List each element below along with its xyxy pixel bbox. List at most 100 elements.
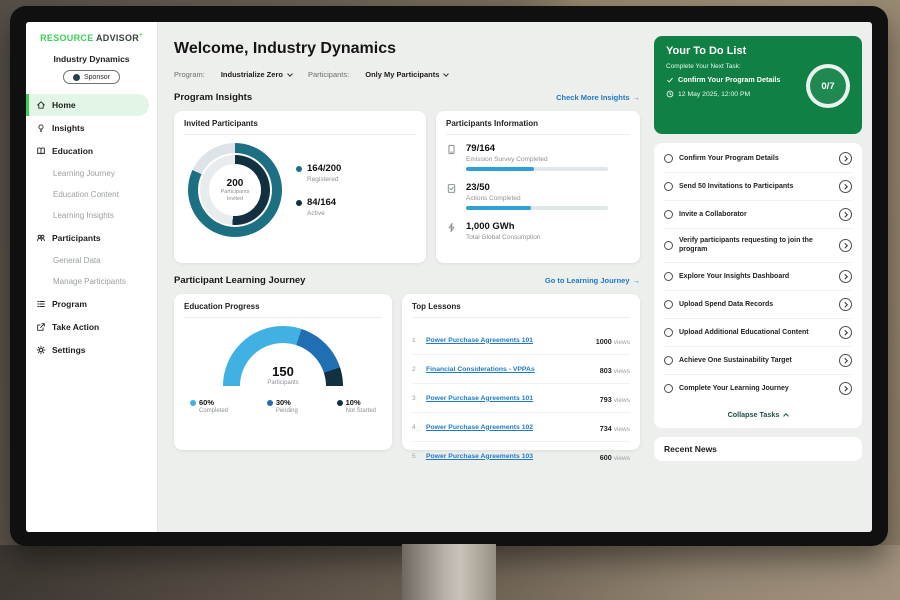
sidebar-item-insights[interactable]: Insights	[26, 117, 157, 139]
legend-dot	[190, 400, 196, 406]
sidebar-item-settings[interactable]: Settings	[26, 339, 157, 361]
task-row[interactable]: Invite a Collaborator	[664, 201, 852, 229]
collapse-tasks-button[interactable]: Collapse Tasks	[664, 402, 852, 426]
home-icon	[36, 100, 46, 110]
lesson-link[interactable]: Power Purchase Agreements 102	[426, 424, 594, 431]
participants-dropdown-value: Only My Participants	[365, 70, 439, 79]
legend-value: 60%	[199, 398, 214, 407]
lesson-link[interactable]: Financial Considerations - VPPAs	[426, 366, 594, 373]
task-chevron-icon[interactable]	[839, 298, 852, 311]
arrow-right-icon: →	[633, 93, 641, 102]
task-chevron-icon[interactable]	[839, 382, 852, 395]
chevron-down-icon	[287, 71, 293, 77]
sidebar-item-home[interactable]: Home	[26, 94, 149, 116]
task-chevron-icon[interactable]	[839, 354, 852, 367]
sidebar-item-label: Settings	[52, 345, 86, 355]
lesson-row: 5 Power Purchase Agreements 103 600views	[412, 442, 630, 470]
task-row[interactable]: Confirm Your Program Details	[664, 145, 852, 173]
sponsor-badge[interactable]: Sponsor	[63, 70, 120, 84]
task-chevron-icon[interactable]	[839, 152, 852, 165]
legend-value: 84/164	[307, 197, 336, 208]
section-title-program-insights: Program Insights	[174, 92, 252, 103]
collapse-tasks-label: Collapse Tasks	[728, 410, 780, 419]
legend-label: Registered	[307, 176, 341, 183]
legend-label: Pending	[276, 408, 298, 414]
sidebar-item-manage-participants[interactable]: Manage Participants	[26, 271, 157, 292]
lesson-row: 1 Power Purchase Agreements 101 1000view…	[412, 326, 630, 355]
task-checkbox[interactable]	[664, 356, 673, 365]
legend-item: 164/200 Registered	[296, 163, 341, 183]
sidebar-item-program[interactable]: Program	[26, 293, 157, 315]
lesson-views-unit: views	[614, 339, 630, 346]
sidebar-item-participants[interactable]: Participants	[26, 227, 157, 249]
main-content: Welcome, Industry Dynamics Program: Indu…	[158, 22, 648, 532]
task-chevron-icon[interactable]	[839, 326, 852, 339]
lesson-link[interactable]: Power Purchase Agreements 101	[426, 395, 594, 402]
sidebar-item-general-data[interactable]: General Data	[26, 250, 157, 271]
donut-center-label: Participants Invited	[216, 189, 254, 203]
task-checkbox[interactable]	[664, 384, 673, 393]
invited-participants-card: Invited Participants 200 Participants In…	[174, 111, 426, 263]
participants-filter-label: Participants:	[308, 70, 349, 79]
task-row[interactable]: Explore Your Insights Dashboard	[664, 263, 852, 291]
legend-dot	[296, 200, 302, 206]
task-checkbox[interactable]	[664, 241, 673, 250]
lesson-link[interactable]: Power Purchase Agreements 101	[426, 337, 590, 344]
task-row[interactable]: Achieve One Sustainability Target	[664, 347, 852, 375]
sidebar-item-learning-insights[interactable]: Learning Insights	[26, 205, 157, 226]
task-chevron-icon[interactable]	[839, 208, 852, 221]
task-checkbox[interactable]	[664, 210, 673, 219]
task-chevron-icon[interactable]	[839, 180, 852, 193]
progress-fill	[466, 206, 531, 210]
todo-next-task[interactable]: Confirm Your Program Details	[666, 75, 801, 84]
check-more-insights-link[interactable]: Check More Insights →	[556, 93, 640, 102]
sidebar-item-label: Home	[52, 100, 76, 110]
invited-participants-donut: 200 Participants Invited	[188, 143, 282, 237]
lesson-number: 1	[412, 337, 420, 344]
task-chevron-icon[interactable]	[839, 239, 852, 252]
lesson-link[interactable]: Power Purchase Agreements 103	[426, 453, 594, 460]
donut-center-value: 200	[227, 178, 244, 189]
task-row[interactable]: Upload Spend Data Records	[664, 291, 852, 319]
metric-row: 23/50 Actions Completed	[446, 182, 630, 210]
arrow-right-icon: →	[633, 276, 641, 285]
task-label: Complete Your Learning Journey	[679, 384, 833, 393]
task-label: Send 50 Invitations to Participants	[679, 182, 833, 191]
lesson-number: 3	[412, 395, 420, 402]
survey-icon	[446, 143, 458, 171]
recent-news-header: Recent News	[654, 437, 862, 461]
donut-center: 200 Participants Invited	[209, 164, 261, 216]
task-row[interactable]: Send 50 Invitations to Participants	[664, 173, 852, 201]
task-checkbox[interactable]	[664, 182, 673, 191]
task-checkbox[interactable]	[664, 328, 673, 337]
program-dropdown[interactable]: Industrialize Zero	[221, 70, 292, 79]
insights-icon	[36, 123, 46, 133]
legend-label: Completed	[199, 408, 228, 414]
participants-dropdown[interactable]: Only My Participants	[365, 70, 448, 79]
app-logo: RESOURCE ADVISOR+	[26, 33, 157, 43]
logo-plus: +	[139, 33, 143, 39]
task-label: Invite a Collaborator	[679, 210, 833, 219]
lesson-views-unit: views	[614, 368, 630, 375]
learning-journey-cards: Education Progress 150 Participants	[174, 294, 640, 450]
task-row[interactable]: Verify participants requesting to join t…	[664, 229, 852, 263]
sidebar-item-education-content[interactable]: Education Content	[26, 184, 157, 205]
task-chevron-icon[interactable]	[839, 270, 852, 283]
lesson-views: 734	[600, 424, 612, 433]
task-checkbox[interactable]	[664, 154, 673, 163]
task-label: Explore Your Insights Dashboard	[679, 272, 833, 281]
lesson-views: 1000	[596, 337, 612, 346]
task-row[interactable]: Complete Your Learning Journey	[664, 375, 852, 402]
task-row[interactable]: Upload Additional Educational Content	[664, 319, 852, 347]
sidebar-item-education[interactable]: Education	[26, 140, 157, 162]
lesson-views-unit: views	[614, 455, 630, 462]
task-checkbox[interactable]	[664, 300, 673, 309]
take-action-icon	[36, 322, 46, 332]
sidebar-item-take-action[interactable]: Take Action	[26, 316, 157, 338]
task-checkbox[interactable]	[664, 272, 673, 281]
progress-fill	[466, 167, 534, 171]
go-to-learning-journey-link[interactable]: Go to Learning Journey →	[545, 276, 640, 285]
sidebar-item-learning-journey[interactable]: Learning Journey	[26, 163, 157, 184]
check-icon	[666, 76, 674, 84]
task-label: Confirm Your Program Details	[679, 154, 833, 163]
